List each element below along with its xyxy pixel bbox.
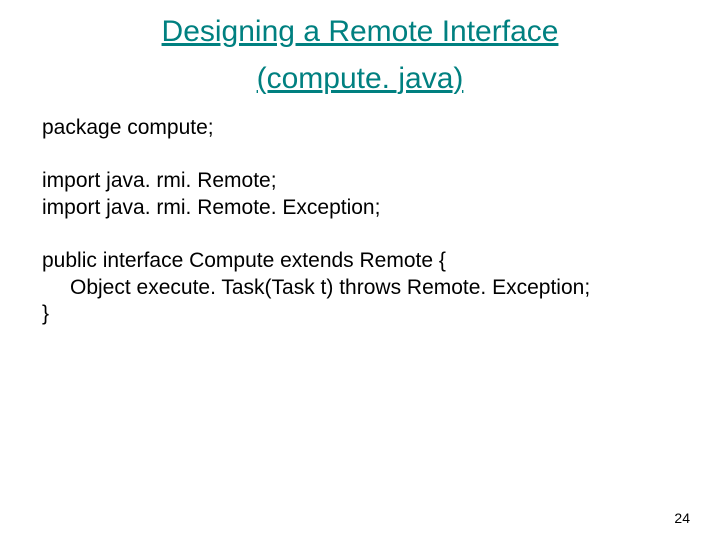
code-interface-close: }: [42, 301, 690, 328]
page-number: 24: [674, 510, 690, 526]
code-import-line-1: import java. rmi. Remote;: [42, 168, 690, 195]
code-imports-block: import java. rmi. Remote; import java. r…: [0, 168, 720, 222]
slide-title-line2: (compute. java): [0, 53, 720, 100]
code-interface-block: public interface Compute extends Remote …: [0, 248, 720, 329]
code-interface-open: public interface Compute extends Remote …: [42, 248, 690, 275]
code-package-line: package compute;: [42, 116, 214, 139]
code-package-block: package compute;: [0, 115, 720, 142]
code-import-line-2: import java. rmi. Remote. Exception;: [42, 195, 690, 222]
slide-title-line1: Designing a Remote Interface: [0, 0, 720, 53]
code-method-line: Object execute. Task(Task t) throws Remo…: [42, 275, 590, 302]
